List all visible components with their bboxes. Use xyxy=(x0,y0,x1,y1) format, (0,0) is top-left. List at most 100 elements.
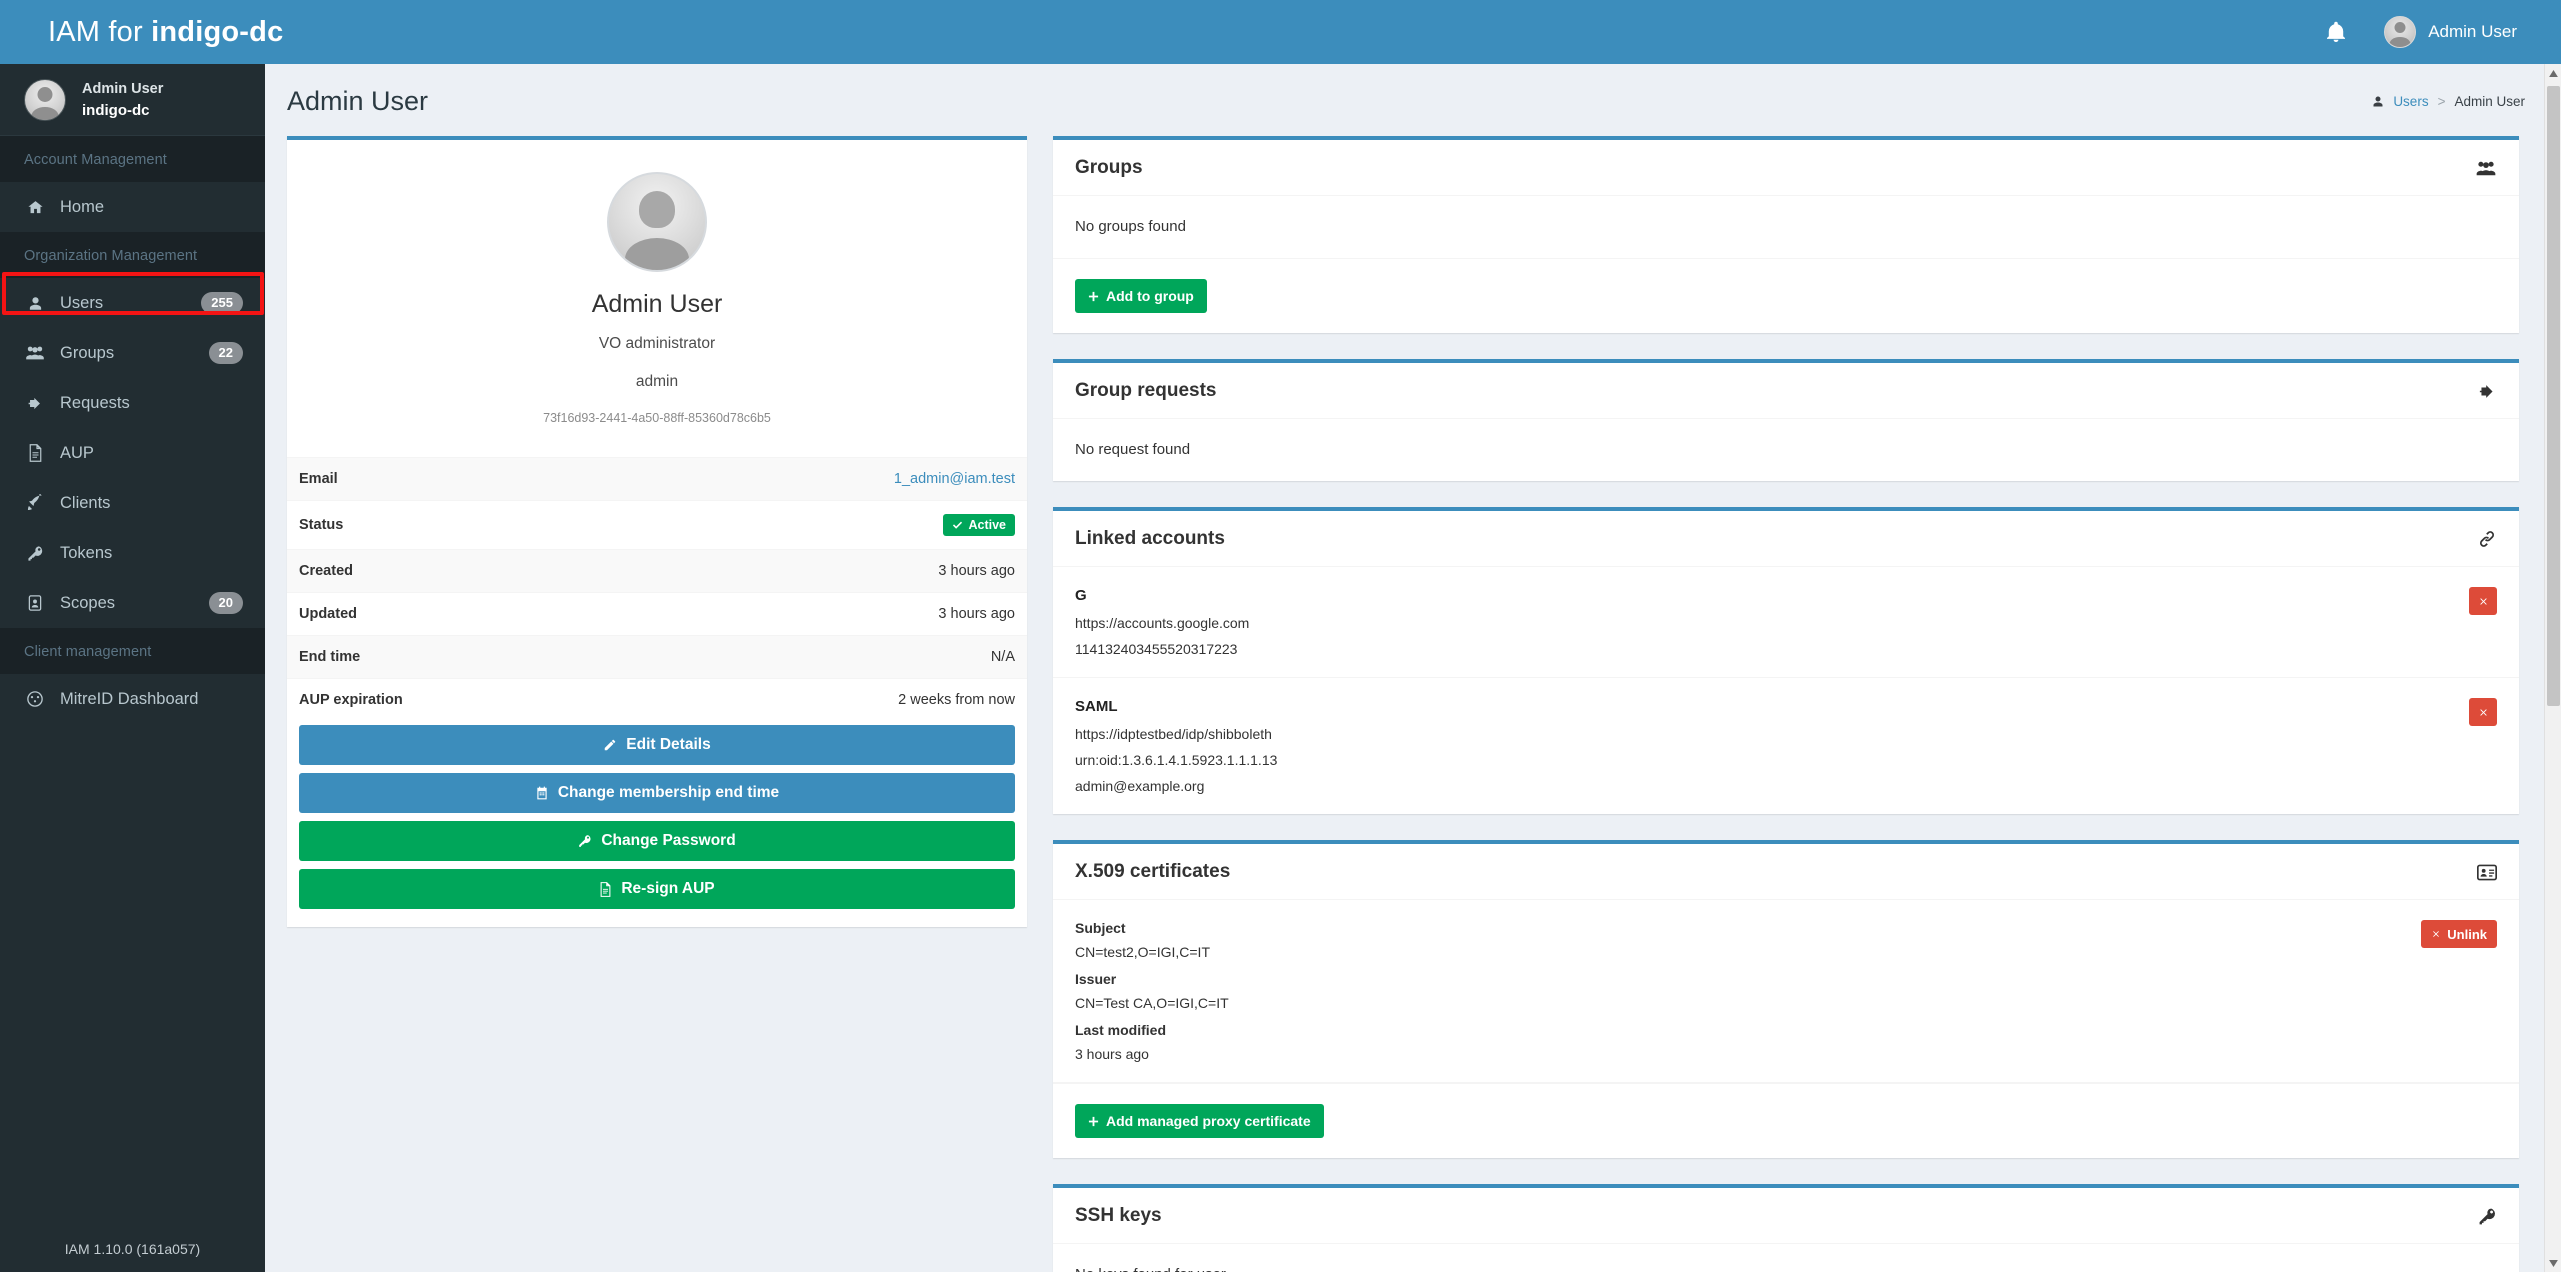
left-column: Admin User VO administrator admin 73f16d… xyxy=(287,136,1027,953)
navbar-user-menu[interactable]: Admin User xyxy=(2366,0,2535,64)
user-icon xyxy=(2372,95,2384,108)
sidebar-badge-groups: 22 xyxy=(209,342,243,364)
navbar-brand-area: IAM for indigo-dc xyxy=(0,0,265,64)
rocket-icon xyxy=(24,494,46,512)
breadcrumb-parent[interactable]: Users xyxy=(2393,94,2428,109)
add-to-group-button[interactable]: Add to group xyxy=(1075,279,1207,313)
sidebar-section-client-management: Client management xyxy=(0,628,265,674)
sidebar-item-home[interactable]: Home xyxy=(0,182,265,232)
linked-account-row: G https://accounts.google.com 1141324034… xyxy=(1053,567,2519,678)
ssh-keys-panel-body: No keys found for user xyxy=(1053,1244,2519,1272)
linked-accounts-panel: Linked accounts G https://accounts.googl… xyxy=(1053,507,2519,814)
profile-name: Admin User xyxy=(301,290,1013,319)
row-value: Active xyxy=(633,501,1027,550)
sidebar-item-aup[interactable]: AUP xyxy=(0,428,265,478)
remove-linked-account-button[interactable] xyxy=(2469,698,2497,726)
profile-actions: Edit Details Change membership end time … xyxy=(287,721,1027,927)
change-membership-end-time-button[interactable]: Change membership end time xyxy=(299,773,1015,813)
profile-username: admin xyxy=(301,373,1013,391)
table-row: Email 1_admin@iam.test xyxy=(287,458,1027,501)
row-key: Status xyxy=(287,501,633,550)
key-icon xyxy=(2478,1207,2497,1226)
app-brand-title[interactable]: IAM for indigo-dc xyxy=(48,16,283,49)
sidebar-badge-users: 255 xyxy=(201,292,243,314)
panel-title: Group requests xyxy=(1075,380,1216,402)
sidebar-item-label: Users xyxy=(60,294,103,313)
button-label: Add managed proxy certificate xyxy=(1106,1113,1311,1129)
sidebar-item-clients[interactable]: Clients xyxy=(0,478,265,528)
provider-issuer: https://accounts.google.com xyxy=(1075,615,2469,631)
panel-title: SSH keys xyxy=(1075,1205,1162,1227)
table-row: Created 3 hours ago xyxy=(287,550,1027,593)
empty-state-text: No keys found for user xyxy=(1075,1266,1226,1272)
sidebar-item-label: Groups xyxy=(60,344,114,363)
certificates-panel-footer: Add managed proxy certificate xyxy=(1053,1083,2519,1158)
caret-down-icon[interactable] xyxy=(2545,1254,2561,1272)
calendar-icon xyxy=(535,786,549,800)
button-label: Re-sign AUP xyxy=(621,880,714,898)
navbar-right-area: Admin User xyxy=(2306,0,2561,64)
home-icon xyxy=(24,199,46,216)
unlink-certificate-button[interactable]: Unlink xyxy=(2421,920,2497,948)
sidebar-item-requests[interactable]: Requests xyxy=(0,378,265,428)
bell-icon xyxy=(2324,19,2348,45)
button-label: Change Password xyxy=(601,832,735,850)
linked-account-details: G https://accounts.google.com 1141324034… xyxy=(1075,587,2469,657)
add-managed-proxy-certificate-button[interactable]: Add managed proxy certificate xyxy=(1075,1104,1324,1138)
groups-panel-body: No groups found xyxy=(1053,196,2519,258)
avatar xyxy=(2384,16,2416,48)
notifications-button[interactable] xyxy=(2306,0,2366,64)
scrollbar-thumb[interactable] xyxy=(2547,86,2560,706)
remove-linked-account-button[interactable] xyxy=(2469,587,2497,615)
re-sign-aup-button[interactable]: Re-sign AUP xyxy=(299,869,1015,909)
sidebar-user-panel[interactable]: Admin User indigo-dc xyxy=(0,64,265,136)
group-requests-panel: Group requests No request found xyxy=(1053,359,2519,481)
profile-details-table: Email 1_admin@iam.test Status xyxy=(287,457,1027,721)
sidebar-item-label: Tokens xyxy=(60,544,112,563)
right-column: Groups No groups found Add to group xyxy=(1053,136,2539,1272)
email-link[interactable]: 1_admin@iam.test xyxy=(894,471,1015,487)
group-requests-panel-header: Group requests xyxy=(1053,363,2519,419)
times-icon xyxy=(2431,929,2441,939)
change-password-button[interactable]: Change Password xyxy=(299,821,1015,861)
sidebar-item-users[interactable]: Users 255 xyxy=(0,278,265,328)
certificate-issuer-value: CN=Test CA,O=IGI,C=IT xyxy=(1075,995,2421,1011)
users-icon xyxy=(24,345,46,361)
remove-x-icon xyxy=(2478,596,2489,607)
navbar-user-name: Admin User xyxy=(2428,22,2517,42)
file-text-icon xyxy=(24,444,46,462)
certificate-details: Subject CN=test2,O=IGI,C=IT Issuer CN=Te… xyxy=(1075,920,2421,1062)
button-label: Unlink xyxy=(2447,927,2487,942)
status-badge: Active xyxy=(943,514,1015,536)
sidebar-item-scopes[interactable]: Scopes 20 xyxy=(0,578,265,628)
sidebar-item-groups[interactable]: Groups 22 xyxy=(0,328,265,378)
key-icon xyxy=(24,545,46,562)
row-key: End time xyxy=(287,636,633,679)
row-key: AUP expiration xyxy=(287,679,633,722)
row-key: Created xyxy=(287,550,633,593)
plus-icon xyxy=(1088,1116,1099,1127)
content-header: Admin User Users > Admin User xyxy=(265,64,2561,136)
panel-title: Groups xyxy=(1075,157,1143,179)
sidebar-item-label: MitreID Dashboard xyxy=(60,690,198,709)
provider-subject: admin@example.org xyxy=(1075,778,2469,794)
table-row: Status Active xyxy=(287,501,1027,550)
brand-prefix: IAM for xyxy=(48,16,151,48)
sign-in-icon xyxy=(24,395,46,412)
edit-details-button[interactable]: Edit Details xyxy=(299,725,1015,765)
plus-icon xyxy=(1088,291,1099,302)
page-scrollbar[interactable] xyxy=(2544,64,2561,1272)
sidebar-item-mitreid-dashboard[interactable]: MitreID Dashboard xyxy=(0,674,265,724)
provider-name: G xyxy=(1075,587,2469,604)
top-navbar: IAM for indigo-dc Admin User xyxy=(0,0,2561,64)
id-badge-icon xyxy=(24,594,46,612)
provider-attribute: urn:oid:1.3.6.1.4.1.5923.1.1.1.13 xyxy=(1075,752,2469,768)
button-label: Add to group xyxy=(1106,288,1194,304)
certificate-subject-value: CN=test2,O=IGI,C=IT xyxy=(1075,944,2421,960)
profile-role: VO administrator xyxy=(301,335,1013,353)
sidebar-item-tokens[interactable]: Tokens xyxy=(0,528,265,578)
provider-name: SAML xyxy=(1075,698,2469,715)
breadcrumb: Users > Admin User xyxy=(2372,94,2525,109)
caret-up-icon[interactable] xyxy=(2545,64,2561,82)
user-profile-card: Admin User VO administrator admin 73f16d… xyxy=(287,136,1027,927)
